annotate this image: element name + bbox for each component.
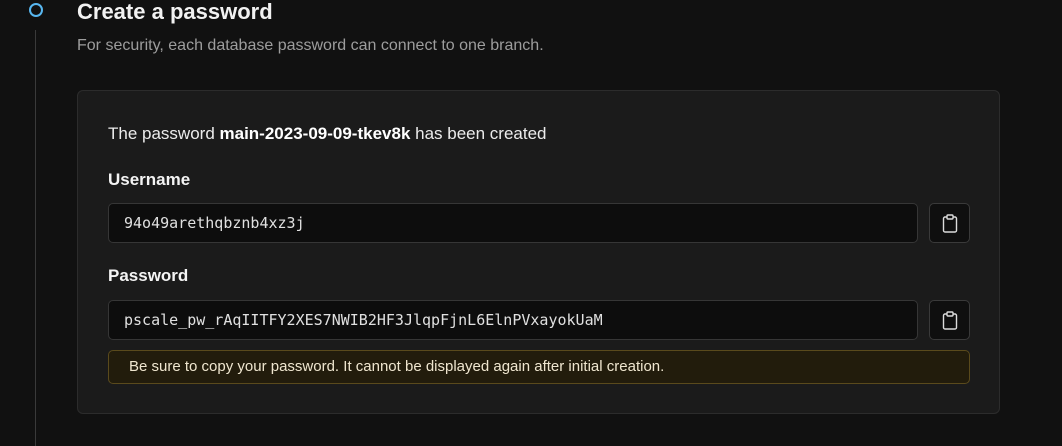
create-password-step: Create a password For security, each dat… [0, 0, 1062, 446]
password-field[interactable]: pscale_pw_rAqIITFY2XES7NWIB2HF3JlqpFjnL6… [108, 300, 918, 340]
clipboard-icon [942, 310, 958, 330]
password-created-card: The password main-2023-09-09-tkev8k has … [77, 90, 1000, 414]
step-title: Create a password [77, 0, 273, 24]
step-subtitle: For security, each database password can… [77, 37, 544, 54]
username-label: Username [108, 170, 191, 189]
password-name: main-2023-09-09-tkev8k [219, 124, 411, 143]
copy-password-button[interactable] [929, 300, 970, 340]
copy-password-warning: Be sure to copy your password. It cannot… [108, 350, 970, 384]
password-label: Password [108, 266, 189, 285]
copy-username-button[interactable] [929, 203, 970, 243]
created-message-prefix: The password [108, 124, 220, 143]
step-indicator-dot [29, 3, 43, 17]
password-created-message: The password main-2023-09-09-tkev8k has … [108, 124, 547, 144]
clipboard-icon [942, 213, 958, 233]
username-field[interactable]: 94o49arethqbznb4xz3j [108, 203, 918, 243]
step-connector-line [35, 30, 36, 446]
created-message-suffix: has been created [410, 124, 547, 143]
